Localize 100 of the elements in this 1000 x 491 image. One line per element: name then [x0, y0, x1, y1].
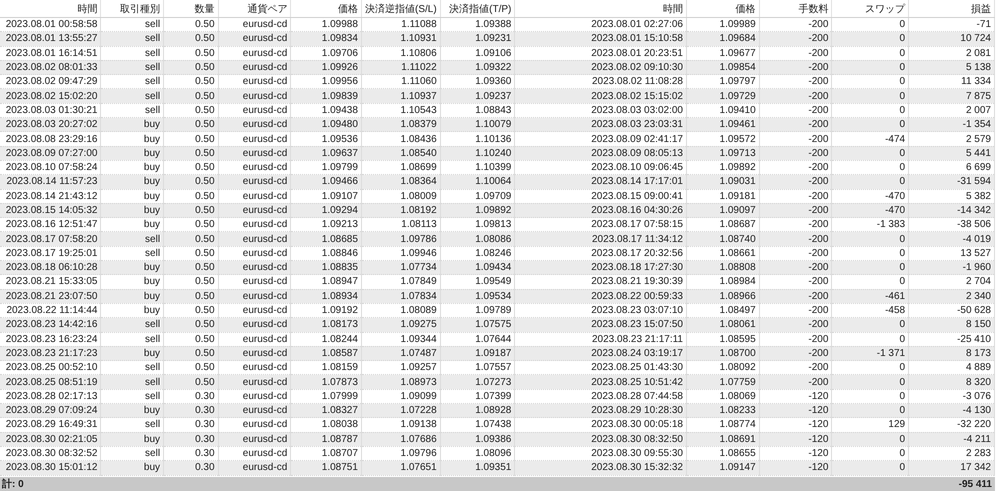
table-cell: 1.08691 [686, 432, 760, 446]
table-cell: eurusd-cd [218, 174, 291, 190]
total-value: -95 411 [958, 478, 992, 490]
table-cell: -1 371 [832, 346, 909, 361]
table-cell: 2023.08.02 08:01:33 [0, 60, 101, 75]
table-cell: 2023.08.14 11:57:23 [0, 174, 101, 190]
table-cell: -1 354 [908, 118, 994, 132]
column-header[interactable]: スワップ [832, 0, 909, 18]
table-cell: 0.50 [164, 203, 218, 218]
table-cell: 1.08233 [686, 404, 760, 418]
table-cell: 1.09187 [440, 346, 515, 361]
table-cell: 1.09275 [361, 318, 440, 332]
table-cell: 2023.08.29 07:09:24 [0, 404, 101, 418]
table-cell: -200 [759, 32, 832, 46]
table-cell: 1.09231 [440, 32, 515, 46]
table-cell: 0.50 [164, 232, 218, 246]
table-cell: 2023.08.14 17:17:01 [514, 174, 686, 190]
table-cell: 2023.08.23 14:42:16 [0, 318, 101, 332]
table-cell: eurusd-cd [218, 232, 291, 246]
table-cell: 1.08327 [290, 404, 362, 418]
table-cell: 1.09461 [686, 118, 760, 132]
table-cell: 2023.08.03 23:03:31 [514, 118, 686, 132]
table-cell: 1.08685 [290, 232, 362, 246]
table-cell: -200 [759, 174, 832, 190]
table-cell: -14 342 [908, 203, 994, 218]
table-cell: 0 [832, 432, 909, 446]
table-cell: 0.50 [164, 346, 218, 361]
table-cell: 1.09684 [686, 32, 760, 46]
table-cell: -200 [759, 88, 832, 104]
table-cell: 0 [832, 32, 909, 46]
table-cell: 1.08835 [290, 260, 362, 275]
table-cell: 0.50 [164, 118, 218, 132]
table-cell: 2 340 [908, 289, 994, 304]
table-cell: 1.09713 [686, 146, 760, 160]
column-header[interactable]: 損益 [908, 0, 994, 18]
column-header[interactable]: 数量 [164, 0, 218, 18]
table-cell: 1.09434 [440, 260, 515, 275]
table-cell: buy [100, 346, 164, 361]
table-cell: 1.09729 [686, 88, 760, 104]
table-cell: 1.09031 [686, 174, 760, 190]
table-cell: eurusd-cd [218, 346, 291, 361]
column-header[interactable]: 決済逆指値(S/L) [361, 0, 440, 18]
table-cell: 0 [832, 318, 909, 332]
table-cell: 0.30 [164, 460, 218, 475]
table-cell: 1.09097 [686, 203, 760, 218]
table-cell: 1.07873 [290, 374, 362, 390]
column-header[interactable]: 手数料 [759, 0, 832, 18]
column-header[interactable]: 通貨ペア [218, 0, 291, 18]
table-cell: 1.07686 [361, 432, 440, 446]
table-cell: sell [100, 60, 164, 75]
table-cell: 1.10079 [440, 118, 515, 132]
table-cell: 1.08751 [290, 460, 362, 475]
table-cell: 1.08379 [361, 118, 440, 132]
table-cell: -120 [759, 460, 832, 475]
table-cell: eurusd-cd [218, 260, 291, 275]
table-cell: 1.09637 [290, 146, 362, 160]
column-header[interactable]: 取引種別 [100, 0, 164, 18]
table-cell: 1.11022 [361, 60, 440, 75]
table-cell: 1.07228 [361, 404, 440, 418]
table-cell: -120 [759, 404, 832, 418]
table-cell: -1 960 [908, 260, 994, 275]
table-cell: 1.09834 [290, 32, 362, 46]
table-cell: eurusd-cd [218, 60, 291, 75]
table-cell: 1.08787 [290, 432, 362, 446]
table-cell: 8 320 [908, 374, 994, 390]
table-cell: 2023.08.18 17:27:30 [514, 260, 686, 275]
table-cell: 2023.08.29 10:28:30 [514, 404, 686, 418]
table-cell: 5 441 [908, 146, 994, 160]
table-cell: 0.30 [164, 432, 218, 446]
table-cell: sell [100, 32, 164, 46]
table-cell: sell [100, 88, 164, 104]
table-cell: 1.09786 [361, 232, 440, 246]
table-cell: 1.09351 [440, 460, 515, 475]
table-cell: 2023.08.09 08:05:13 [514, 146, 686, 160]
table-cell: 1.08934 [290, 289, 362, 304]
column-header[interactable]: 決済指値(T/P) [440, 0, 515, 18]
table-cell: 1.09294 [290, 203, 362, 218]
column-header[interactable]: 価格 [290, 0, 362, 18]
column-header[interactable]: 時間 [514, 0, 686, 18]
table-cell: 5 138 [908, 60, 994, 75]
table-cell: -200 [759, 60, 832, 75]
table-cell: -200 [759, 118, 832, 132]
table-cell: 1.09322 [440, 60, 515, 75]
column-header[interactable]: 価格 [686, 0, 760, 18]
table-cell: 2023.08.23 21:17:23 [0, 346, 101, 361]
table-cell: 7 875 [908, 88, 994, 104]
table-cell: eurusd-cd [218, 404, 291, 418]
table-cell: 1.08540 [361, 146, 440, 160]
table-cell: -4 130 [908, 404, 994, 418]
table-cell: 0.50 [164, 289, 218, 304]
table-cell: buy [100, 174, 164, 190]
table-cell: 1.09147 [686, 460, 760, 475]
column-header[interactable]: 時間 [0, 0, 101, 18]
table-cell: 1.09854 [686, 60, 760, 75]
table-cell: 0.50 [164, 146, 218, 160]
table-cell: eurusd-cd [218, 88, 291, 104]
table-cell: 2023.08.15 14:05:32 [0, 203, 101, 218]
table-cell: 0 [832, 118, 909, 132]
table-cell: buy [100, 203, 164, 218]
table-cell: buy [100, 432, 164, 446]
